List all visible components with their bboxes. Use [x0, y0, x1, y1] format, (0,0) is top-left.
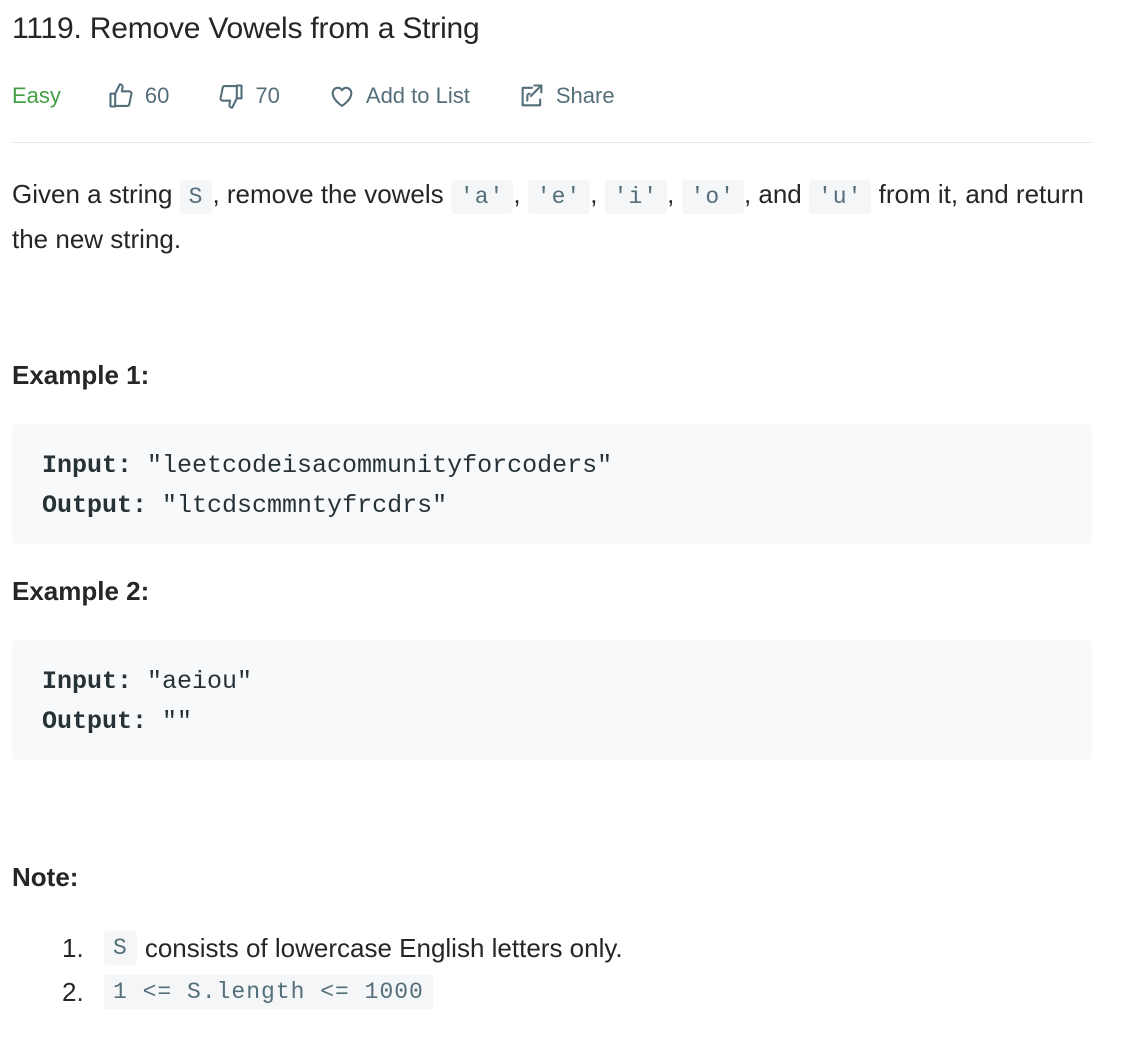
statement-text: , remove the vowels: [212, 179, 451, 209]
inline-code-vowel-e: 'e': [527, 180, 591, 214]
like-count: 60: [144, 83, 170, 108]
note-item: 2. 1 <= S.length <= 1000: [62, 970, 623, 1014]
statement-separator: ,: [590, 179, 605, 209]
problem-meta-bar: Easy 60 70 Add to List Share: [12, 78, 615, 114]
output-value: "": [147, 707, 193, 736]
thumbs-up-icon: [109, 83, 133, 108]
output-value: "ltcdscmmntyfrcdrs": [147, 491, 448, 520]
example-1-heading: Example 1:: [12, 360, 150, 390]
statement-text: Given a string: [12, 179, 180, 209]
problem-title: 1119. Remove Vowels from a String: [12, 12, 480, 45]
add-to-list-label: Add to List: [365, 83, 470, 108]
note-heading: Note:: [12, 862, 79, 892]
statement-separator: ,: [667, 179, 682, 209]
inline-code-vowel-i: 'i': [604, 180, 668, 214]
input-value: "aeiou": [132, 667, 253, 696]
input-label: Input:: [42, 451, 133, 480]
input-label: Input:: [42, 667, 133, 696]
statement-separator: ,: [513, 179, 528, 209]
share-label: Share: [555, 83, 615, 108]
thumbs-down-icon: [219, 84, 243, 109]
dislike-button[interactable]: 70: [217, 82, 280, 110]
dislike-count: 70: [255, 83, 280, 108]
statement-separator: , and: [743, 179, 809, 209]
note-item-number: 1.: [62, 932, 84, 963]
note-item-text: consists of lowercase English letters on…: [144, 932, 623, 963]
example-2-block: Input: "aeiou" Output: "": [12, 640, 1092, 760]
inline-code-vowel-u: 'u': [809, 180, 872, 214]
output-label: Output:: [42, 491, 148, 520]
note-list: 1. S consists of lowercase English lette…: [62, 926, 623, 1014]
inline-code-vowel-o: 'o': [681, 180, 744, 214]
header-divider: [12, 142, 1092, 143]
share-icon: [521, 84, 543, 107]
inline-code-vowel-a: 'a': [450, 180, 514, 214]
like-button[interactable]: 60: [107, 82, 169, 110]
example-2-heading: Example 2:: [12, 576, 150, 606]
problem-statement: Given a string S, remove the vowels 'a',…: [12, 173, 1092, 260]
example-1-block: Input: "leetcodeisacommunityforcoders" O…: [12, 424, 1092, 544]
inline-code-s: S: [179, 180, 213, 214]
output-label: Output:: [42, 707, 148, 736]
note-item-number: 2.: [62, 976, 84, 1007]
difficulty-label: Easy: [12, 83, 61, 108]
input-value: "leetcodeisacommunityforcoders": [132, 451, 613, 480]
note-item-code: 1 <= S.length <= 1000: [104, 975, 433, 1009]
note-item: 1. S consists of lowercase English lette…: [62, 926, 623, 970]
note-item-code: S: [104, 931, 137, 965]
heart-icon: [331, 86, 353, 107]
add-to-list-button[interactable]: Add to List: [328, 82, 470, 110]
share-button[interactable]: Share: [518, 82, 615, 110]
